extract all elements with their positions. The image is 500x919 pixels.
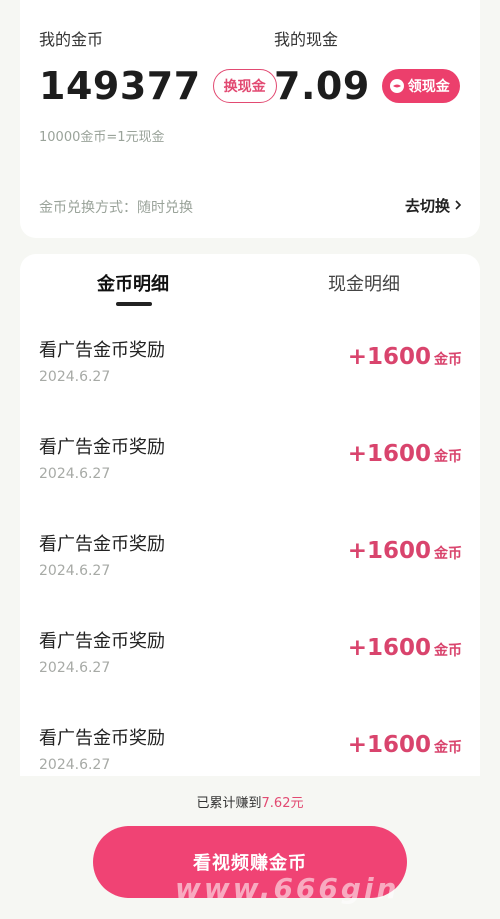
page: 我的金币 149377 换现金 我的现金 7.09 领现金 10000金币=1元… (0, 0, 500, 919)
exchange-method-text: 金币兑换方式：随时兑换 (39, 200, 193, 216)
record-amount-unit: 金币 (434, 643, 462, 659)
record-title: 看广告金币奖励 (39, 631, 165, 652)
record-title: 看广告金币奖励 (39, 534, 165, 555)
record-amount: +1600 金币 (348, 635, 462, 661)
cash-balance-amount: 7.09 (274, 64, 370, 108)
chevron-right-icon (454, 197, 462, 215)
exchange-rate-note: 10000金币=1元现金 (39, 130, 165, 145)
cash-balance-section: 我的现金 7.09 领现金 (274, 26, 460, 108)
record-amount-value: +1600 (347, 344, 431, 370)
record-amount: +1600 金币 (348, 538, 462, 564)
record-amount-unit: 金币 (434, 352, 462, 368)
record-amount-unit: 金币 (434, 740, 462, 756)
watch-video-earn-label: 看视频赚金币 (193, 853, 307, 874)
record-list: 看广告金币奖励 2024.6.27 +1600 金币 看广告金币奖励 2024.… (20, 314, 480, 776)
list-item: 看广告金币奖励 2024.6.27 +1600 金币 (20, 314, 480, 411)
record-date: 2024.6.27 (39, 563, 111, 579)
record-title: 看广告金币奖励 (39, 340, 165, 361)
record-title: 看广告金币奖励 (39, 437, 165, 458)
record-amount: +1600 金币 (348, 344, 462, 370)
record-amount-unit: 金币 (434, 546, 462, 562)
coin-balance-section: 我的金币 149377 换现金 (39, 26, 277, 108)
record-date: 2024.6.27 (39, 660, 111, 676)
record-date: 2024.6.27 (39, 369, 111, 385)
cash-balance-label: 我的现金 (274, 30, 339, 49)
coin-balance-amount: 149377 (39, 64, 201, 108)
details-card: 金币明细 现金明细 看广告金币奖励 2024.6.27 +1600 金币 看广告… (20, 254, 480, 776)
record-amount-unit: 金币 (434, 449, 462, 465)
record-date: 2024.6.27 (39, 757, 111, 773)
watch-video-earn-button[interactable]: 看视频赚金币 (93, 826, 407, 898)
total-earned-text: 已累计赚到7.62元 (0, 792, 500, 811)
total-earned-prefix: 已累计赚到 (196, 796, 262, 811)
record-amount: +1600 金币 (348, 732, 462, 758)
record-date: 2024.6.27 (39, 466, 111, 482)
claim-cash-label: 领现金 (407, 79, 450, 95)
record-title: 看广告金币奖励 (39, 728, 165, 749)
details-tabs: 金币明细 现金明细 (20, 270, 480, 310)
switch-method-label: 去切换 (404, 197, 450, 215)
coin-balance-label: 我的金币 (39, 30, 104, 49)
record-amount-value: +1600 (347, 732, 431, 758)
record-amount-value: +1600 (347, 538, 431, 564)
list-item: 看广告金币奖励 2024.6.27 +1600 金币 (20, 605, 480, 702)
list-item: 看广告金币奖励 2024.6.27 +1600 金币 (20, 702, 480, 776)
tab-coin-details[interactable]: 金币明细 (97, 270, 169, 296)
switch-method-link[interactable]: 去切换 (405, 195, 462, 216)
wallet-icon (389, 79, 404, 93)
claim-cash-button[interactable]: 领现金 (381, 69, 460, 103)
exchange-cash-button[interactable]: 换现金 (212, 69, 277, 103)
total-earned-value: 7.62元 (261, 796, 304, 811)
wallet-card: 我的金币 149377 换现金 我的现金 7.09 领现金 10000金币=1元… (20, 0, 480, 238)
record-amount-value: +1600 (347, 635, 431, 661)
active-tab-indicator (116, 302, 152, 306)
list-item: 看广告金币奖励 2024.6.27 +1600 金币 (20, 508, 480, 605)
list-item: 看广告金币奖励 2024.6.27 +1600 金币 (20, 411, 480, 508)
record-amount-value: +1600 (347, 441, 431, 467)
record-amount: +1600 金币 (348, 441, 462, 467)
tab-cash-details[interactable]: 现金明细 (328, 270, 400, 296)
